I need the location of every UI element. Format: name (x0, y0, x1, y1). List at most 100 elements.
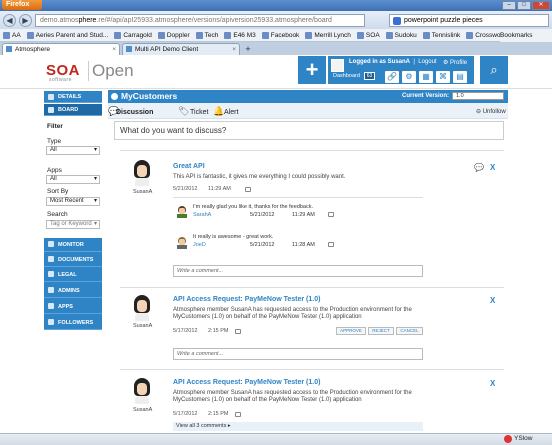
apps-select[interactable]: All (46, 175, 100, 184)
tab-atmosphere[interactable]: Atmosphere × (2, 43, 120, 55)
like-icon[interactable] (235, 412, 241, 417)
sidebar-item-monitor[interactable]: MONITOR (44, 238, 102, 252)
post-title[interactable]: API Access Request: PayMeNow Tester (1.0… (173, 379, 320, 386)
discussion-input[interactable]: What do you want to discuss? (114, 121, 504, 140)
bookmark-item[interactable]: SOA (356, 31, 380, 39)
bookmark-item[interactable]: Tennislink (422, 31, 460, 39)
like-icon[interactable] (328, 242, 334, 247)
post-time: 2:15 PM (208, 411, 229, 417)
forward-icon[interactable]: ▶ (19, 13, 32, 27)
sidebar-item-board[interactable]: BOARD (44, 104, 102, 116)
sidebar-item-documents[interactable]: DOCUMENTS (44, 253, 102, 267)
firefox-menu-button[interactable]: Firefox (2, 0, 42, 10)
bookmark-icon (26, 31, 34, 39)
bookmark-icon (3, 31, 10, 39)
chart-icon[interactable]: ▤ (453, 71, 467, 83)
like-icon[interactable] (245, 187, 251, 192)
back-icon[interactable]: ◀ (3, 13, 16, 27)
post-time: 2:15 PM (208, 328, 229, 334)
reply-author[interactable]: JoeD (193, 242, 206, 248)
yslow-label[interactable]: YSlow (514, 435, 532, 442)
tab-discussion[interactable]: Discussion (116, 109, 153, 116)
bookmark-item[interactable]: Aeries Parent and Stud... (26, 31, 108, 39)
profile-link[interactable]: ⚙ Profile (443, 59, 467, 66)
sidebar-item-followers[interactable]: FOLLOWERS (44, 316, 102, 330)
bookmark-item[interactable]: E46 M3 (224, 31, 256, 39)
bookmark-item[interactable]: AA (3, 31, 21, 39)
close-tab-icon[interactable]: × (112, 44, 116, 55)
logo-subtitle: software (49, 77, 72, 83)
bookmark-icon (422, 31, 430, 39)
comment-icon[interactable]: 💬 (474, 163, 484, 172)
bookmark-item[interactable]: Doppler (157, 31, 190, 39)
gear-icon[interactable] (111, 93, 118, 100)
maximize-button[interactable]: □ (517, 1, 531, 10)
post-title[interactable]: Great API (173, 163, 205, 170)
bookmark-item[interactable]: Sudoku (385, 31, 417, 39)
navigation-bar: ◀ ▶ demo.atmosphere.re/#/api/apI25933.at… (0, 11, 552, 29)
avatar (176, 237, 188, 249)
delete-post-icon[interactable]: X (490, 296, 495, 305)
sortby-select[interactable]: Most Recent (46, 197, 100, 206)
logged-in-text: Logged in as SusanA | Logout (349, 59, 437, 65)
bookmark-label: Tech (204, 31, 219, 39)
bookmark-item[interactable]: Merrill Lynch (305, 31, 351, 39)
settings-icon[interactable]: ⚙ (402, 71, 416, 83)
close-tab-icon[interactable]: × (232, 44, 236, 55)
sidebar-item-details[interactable]: DETAILS (44, 91, 102, 103)
bookmark-item[interactable]: Carragold (114, 31, 152, 39)
sidebar-item-apps[interactable]: APPS (44, 300, 102, 314)
comment-input[interactable]: Write a comment... (173, 265, 423, 277)
grid-icon[interactable]: ▦ (419, 71, 433, 83)
post-body-line2: MyCustomers (1.0) on behalf of the PayMe… (173, 397, 362, 403)
search-icon[interactable]: ⌕ (480, 56, 508, 84)
bookmark-label: Merrill Lynch (314, 31, 351, 39)
new-tab-button[interactable]: + (242, 45, 254, 55)
post-author[interactable]: SusanA (133, 189, 152, 195)
post-body-line2: MyCustomers (1.0) on behalf of the PayMe… (173, 314, 362, 320)
close-window-button[interactable]: ✕ (532, 1, 550, 10)
post-author[interactable]: SusanA (133, 323, 152, 329)
apps-label: Apps (47, 167, 62, 174)
link-icon[interactable]: 🔗 (385, 71, 399, 83)
post-date: 5/21/2012 (173, 186, 198, 192)
tab-alert[interactable]: Alert (224, 109, 238, 116)
bookmark-item[interactable]: Facebook (261, 31, 299, 39)
sidebar-item-legal[interactable]: LEGAL (44, 268, 102, 282)
type-select[interactable]: All (46, 146, 100, 155)
like-icon[interactable] (328, 212, 334, 217)
bookmark-item[interactable]: Tech (195, 31, 219, 39)
bookmarks-menu[interactable]: Bookmarks (500, 29, 552, 42)
version-select[interactable]: 1.0 (452, 92, 504, 100)
dashboard-link[interactable]: Dashboard (333, 73, 360, 79)
bookmark-icon (356, 31, 364, 39)
minimize-button[interactable]: – (502, 1, 516, 10)
post-author[interactable]: SusanA (133, 407, 152, 413)
cancel-button[interactable]: CANCEL (396, 327, 423, 335)
logout-link[interactable]: Logout (418, 59, 436, 65)
post-title[interactable]: API Access Request: PayMeNow Tester (1.0… (173, 296, 320, 303)
comment-input[interactable]: Write a comment... (173, 348, 423, 360)
reply-author[interactable]: SarahA (193, 212, 211, 218)
unfollow-button[interactable]: ⊖ Unfollow (476, 108, 506, 115)
keyword-search-input[interactable]: Tag or Keyword (46, 220, 100, 229)
tab-ticket[interactable]: Ticket (190, 109, 208, 116)
like-icon[interactable] (235, 329, 241, 334)
sidebar-item-admins[interactable]: ADMINS (44, 284, 102, 298)
url-bar[interactable]: demo.atmosphere.re/#/api/apI25933.atmosp… (35, 13, 365, 27)
delete-post-icon[interactable]: X (490, 379, 495, 388)
bookmarks-bar: AA Aeries Parent and Stud... Carragold Dopp… (0, 29, 552, 42)
delete-post-icon[interactable]: X (490, 163, 495, 172)
avatar (176, 206, 188, 218)
approve-button[interactable]: APPROVE (336, 327, 366, 335)
current-version-label: Current Version: (402, 93, 450, 99)
reject-button[interactable]: REJECT (368, 327, 394, 335)
reply-text: It really is awesome - great work. (193, 234, 274, 240)
bookmark-icon (385, 31, 393, 39)
type-label: Type (47, 138, 62, 145)
tags-icon[interactable]: ⌘ (436, 71, 450, 83)
browser-search-input[interactable]: powerpoint puzzle pieces (389, 13, 549, 27)
tab-multi-api[interactable]: Multi API Demo Client × (122, 43, 240, 55)
view-all-comments-link[interactable]: View all 3 comments ▸ (173, 422, 423, 431)
add-button[interactable]: + (298, 56, 326, 84)
